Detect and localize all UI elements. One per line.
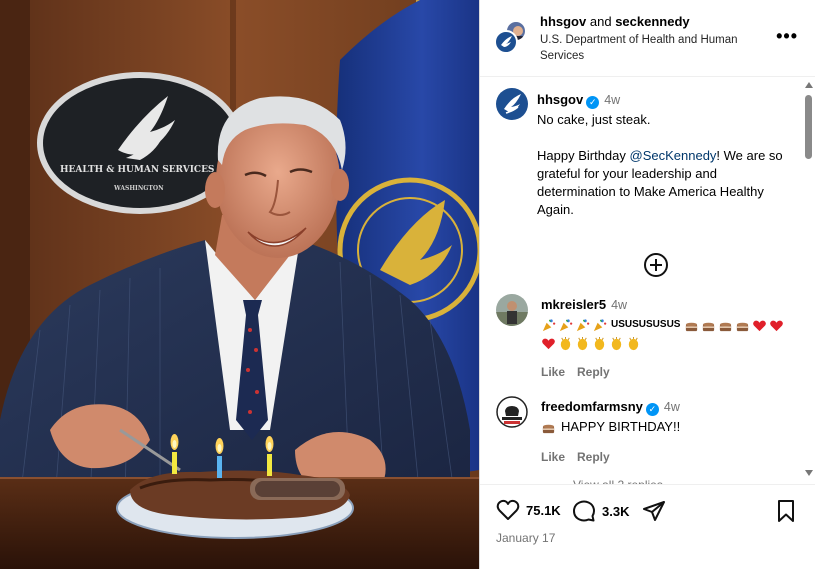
share-button[interactable] [642, 499, 666, 523]
comment-username[interactable]: freedomfarmsny [541, 399, 643, 414]
comment-reply-button[interactable]: Reply [577, 365, 610, 379]
post-actions-bar: 75.1K 3.3K January 17 [480, 484, 815, 569]
photo-illustration: HEALTH & HUMAN SERVICES WASHINGTON [0, 0, 479, 569]
confetti-icon [542, 318, 556, 331]
like-count[interactable]: 75.1K [526, 503, 561, 518]
caption-line1: No cake, just steak. [537, 112, 651, 127]
caption-body: hhsgov ✓ 4w No cake, just steak. Happy Bir… [537, 91, 799, 237]
save-button[interactable] [776, 499, 796, 523]
post-photo[interactable]: HEALTH & HUMAN SERVICES WASHINGTON [0, 0, 479, 569]
speech-bubble-icon [573, 500, 595, 522]
confetti-icon [576, 318, 590, 331]
load-more-comments-button[interactable] [644, 253, 668, 277]
clapping-hands-icon [560, 336, 571, 351]
comment-like-button[interactable]: Like [541, 450, 565, 464]
commenter-avatar[interactable] [496, 396, 528, 428]
caption-time[interactable]: 4w [604, 93, 620, 107]
steak-plate [116, 470, 354, 539]
comment-actions: Like Reply [541, 448, 796, 466]
comment-time[interactable]: 4w [664, 400, 680, 414]
comment-text: USUSUSUSUS [541, 316, 791, 351]
comment-body: mkreisler5 4w USUSUSUSUS Like Reply [541, 296, 796, 381]
comments-list: hhsgov ✓ 4w No cake, just steak. Happy Bir… [480, 78, 815, 483]
cake-icon [703, 322, 715, 331]
comment-reply-button[interactable]: Reply [577, 450, 610, 464]
scroll-down-arrow-icon[interactable] [805, 470, 813, 476]
verified-badge-icon: ✓ [645, 403, 659, 416]
comments-scrollbar[interactable] [804, 80, 813, 478]
plaque-text: HEALTH & HUMAN SERVICES [60, 165, 214, 175]
clapping-hands-icon [611, 336, 622, 351]
comment-count[interactable]: 3.3K [602, 504, 629, 519]
comment-username[interactable]: mkreisler5 [541, 297, 606, 312]
author-subtitle: U.S. Department of Health and Human Serv… [540, 34, 738, 62]
confetti-icon [593, 318, 607, 331]
red-heart-icon [753, 320, 767, 331]
clapping-hands-icon [594, 336, 605, 351]
more-options-button[interactable]: ••• [776, 26, 798, 47]
caption-avatar[interactable] [496, 88, 528, 120]
like-button[interactable]: 75.1K [496, 499, 561, 521]
post-author-line: hhsgov and seckennedy [540, 14, 690, 29]
comment-time[interactable]: 4w [611, 298, 627, 312]
mention-seckennedy-link[interactable]: @SecKennedy [630, 148, 717, 163]
comment-button[interactable]: 3.3K [572, 499, 629, 523]
post-date[interactable]: January 17 [496, 531, 555, 545]
caption-line2-pre: Happy Birthday [537, 148, 630, 163]
paper-plane-icon [643, 501, 665, 521]
scrollbar-thumb[interactable] [805, 95, 812, 159]
cake-icon [720, 322, 732, 331]
comment-body: freedomfarmsny ✓ 4w HAPPY BIRTHDAY!! Like R… [541, 398, 796, 466]
author-seckennedy-link[interactable]: seckennedy [615, 14, 689, 29]
bookmark-icon [778, 500, 794, 522]
comment-inline-text: USUSUSUSUS [611, 319, 681, 330]
plaque-subtext: WASHINGTON [113, 185, 164, 192]
comment-actions: Like Reply [541, 363, 796, 381]
cake-icon [542, 424, 555, 433]
comment-text: HAPPY BIRTHDAY!! [541, 418, 796, 436]
verified-badge-icon: ✓ [586, 96, 600, 109]
commenter-avatar[interactable] [496, 294, 528, 326]
post-header: hhsgov and seckennedy U.S. Department of… [480, 0, 815, 77]
cake-icon [737, 322, 749, 331]
caption-text: No cake, just steak. Happy Birthday @Sec… [537, 111, 799, 219]
clapping-hands-icon [628, 336, 639, 351]
confetti-icon [559, 318, 573, 331]
author-hhsgov-link[interactable]: hhsgov [540, 14, 586, 29]
cake-icon [686, 322, 698, 331]
author-joiner: and [589, 14, 612, 29]
collab-avatars[interactable] [494, 20, 530, 56]
caption-line2: Happy Birthday @SecKennedy! We are so gr… [537, 147, 799, 219]
red-heart-icon [542, 338, 555, 350]
clapping-hands-icon [577, 336, 588, 351]
caption-username[interactable]: hhsgov [537, 92, 583, 107]
heart-icon [496, 499, 520, 520]
comment-message: HAPPY BIRTHDAY!! [561, 419, 681, 434]
hhsgov-avatar[interactable] [494, 30, 518, 54]
scroll-up-arrow-icon[interactable] [805, 82, 813, 88]
comment-like-button[interactable]: Like [541, 365, 565, 379]
post-sidebar: hhsgov and seckennedy U.S. Department of… [479, 0, 815, 569]
red-heart-icon [770, 320, 784, 331]
